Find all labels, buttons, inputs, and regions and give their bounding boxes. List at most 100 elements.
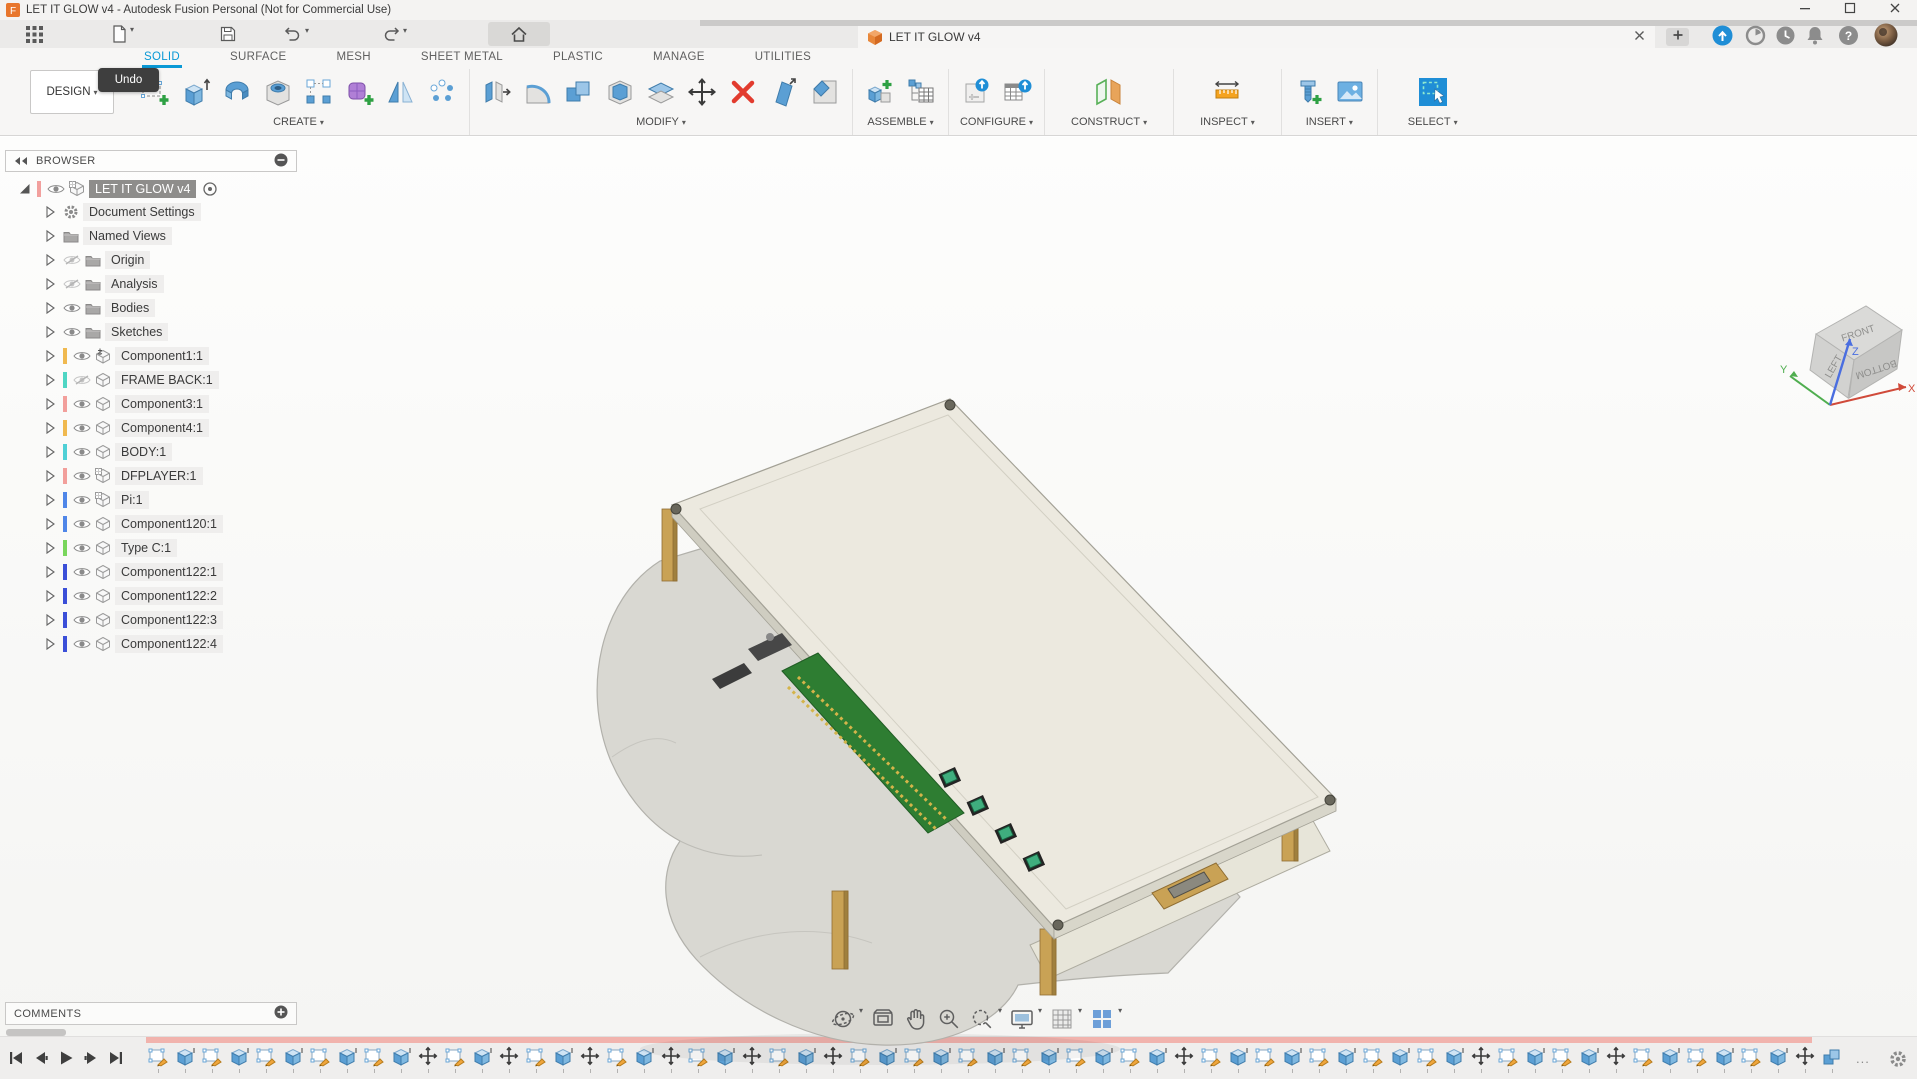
expand-arrow-icon[interactable] (43, 205, 63, 219)
ribbon-group-label-modify[interactable]: MODIFY (636, 116, 686, 128)
home-button[interactable] (488, 22, 550, 46)
insert-fastener-button[interactable] (1291, 71, 1327, 113)
timeline-feature-extrude[interactable] (391, 1046, 412, 1068)
timeline-feature-extrude[interactable] (1714, 1046, 1735, 1068)
visibility-eye-icon[interactable] (73, 398, 95, 410)
avatar-button[interactable] (1874, 23, 1898, 47)
timeline-feature-combine[interactable] (1822, 1046, 1843, 1068)
visibility-eye-off-icon[interactable] (63, 278, 85, 290)
ribbon-group-label-create[interactable]: CREATE (273, 116, 324, 128)
panel-drag-handle[interactable] (6, 1029, 66, 1036)
timeline-feature-move[interactable] (499, 1046, 520, 1068)
expand-arrow-icon[interactable] (43, 469, 63, 483)
tab-manage[interactable]: MANAGE (651, 49, 707, 68)
timeline-feature-extrude[interactable] (1660, 1046, 1681, 1068)
timeline-feature-sketch[interactable] (1633, 1046, 1654, 1068)
job-status-button[interactable] (1745, 23, 1766, 47)
revolve-button[interactable] (219, 71, 255, 113)
tree-item-label[interactable]: BODY:1 (115, 443, 172, 461)
notifications-button[interactable] (1806, 23, 1824, 47)
press-pull-button[interactable] (479, 71, 515, 113)
document-tab-close-button[interactable] (1634, 28, 1645, 46)
tab-sheet-metal[interactable]: SHEET METAL (419, 49, 505, 68)
timeline-feature-sketch[interactable] (148, 1046, 169, 1068)
tree-item-label[interactable]: Component4:1 (115, 419, 209, 437)
expand-arrow-icon[interactable] (43, 277, 63, 291)
fit-button[interactable] (969, 1006, 1002, 1032)
ribbon-group-label-insert[interactable]: INSERT (1306, 116, 1353, 128)
recent-button[interactable] (1775, 23, 1796, 47)
expand-arrow-icon[interactable] (43, 613, 63, 627)
visibility-eye-icon[interactable] (73, 422, 95, 434)
hierarchy-button[interactable] (903, 71, 939, 113)
expand-arrow-icon[interactable] (43, 517, 63, 531)
display-settings-button[interactable] (1009, 1006, 1042, 1032)
visibility-eye-icon[interactable] (73, 542, 95, 554)
timeline-feature-sketch[interactable] (202, 1046, 223, 1068)
expand-arrow-icon[interactable] (43, 325, 63, 339)
hole-button[interactable] (260, 71, 296, 113)
measure-button[interactable] (1209, 71, 1245, 113)
expand-arrow-icon[interactable] (43, 229, 63, 243)
timeline-feature-extrude[interactable] (1768, 1046, 1789, 1068)
app-launcher-button[interactable] (26, 23, 43, 45)
step-back-button[interactable] (33, 1050, 49, 1066)
tab-plastic[interactable]: PLASTIC (551, 49, 605, 68)
play-button[interactable] (58, 1050, 74, 1066)
minimize-button[interactable] (1782, 0, 1827, 20)
expand-arrow-icon[interactable] (43, 349, 63, 363)
timeline-feature-move[interactable] (1606, 1046, 1627, 1068)
expand-arrow-icon[interactable] (17, 182, 37, 196)
draft-button[interactable] (766, 71, 802, 113)
extensions-button[interactable] (1712, 23, 1733, 47)
tree-item-label[interactable]: Component120:1 (115, 515, 223, 533)
visibility-eye-icon[interactable] (73, 638, 95, 650)
tree-item-label[interactable]: Type C:1 (115, 539, 177, 557)
expand-arrow-icon[interactable] (43, 565, 63, 579)
save-button[interactable] (220, 23, 236, 45)
collapse-panel-icon[interactable] (14, 156, 28, 166)
timeline-feature-extrude[interactable] (337, 1046, 358, 1068)
tab-mesh[interactable]: MESH (334, 49, 372, 68)
file-menu-button[interactable] (112, 23, 134, 45)
new-component-button[interactable] (862, 71, 898, 113)
view-cube[interactable]: FRONT LEFT BOTTOM Y X Z (1778, 277, 1917, 417)
activate-component-icon[interactable] (202, 181, 218, 197)
help-button[interactable]: ? (1838, 23, 1859, 47)
tree-item-label[interactable]: Sketches (105, 323, 168, 341)
tree-item-label[interactable]: FRAME BACK:1 (115, 371, 219, 389)
construction-plane-button[interactable] (1091, 71, 1127, 113)
timeline-feature-move[interactable] (418, 1046, 439, 1068)
orbit-button[interactable] (830, 1006, 863, 1032)
expand-arrow-icon[interactable] (43, 637, 63, 651)
pan-button[interactable] (903, 1006, 929, 1032)
look-at-button[interactable] (870, 1006, 896, 1032)
timeline-feature-extrude[interactable] (472, 1046, 493, 1068)
zoom-button[interactable] (936, 1006, 962, 1032)
split-body-button[interactable] (643, 71, 679, 113)
timeline-feature-extrude[interactable] (1525, 1046, 1546, 1068)
expand-arrow-icon[interactable] (43, 253, 63, 267)
ribbon-group-label-assemble[interactable]: ASSEMBLE (867, 116, 933, 128)
browser-minimize-button[interactable] (274, 153, 288, 170)
tree-item-label[interactable]: Document Settings (83, 203, 201, 221)
undo-button[interactable] (284, 23, 309, 45)
fillet-button[interactable] (520, 71, 556, 113)
tree-item-label[interactable]: DFPLAYER:1 (115, 467, 203, 485)
expand-arrow-icon[interactable] (43, 589, 63, 603)
move-button[interactable] (684, 71, 720, 113)
expand-arrow-icon[interactable] (43, 445, 63, 459)
configuration-button[interactable] (958, 71, 994, 113)
tree-item-label[interactable]: Component122:4 (115, 635, 223, 653)
tree-item-label[interactable]: Bodies (105, 299, 155, 317)
tab-solid[interactable]: SOLID (142, 49, 182, 68)
timeline-feature-sketch[interactable] (310, 1046, 331, 1068)
comments-bar[interactable]: COMMENTS (5, 1002, 297, 1025)
viewports-button[interactable] (1089, 1006, 1122, 1032)
visibility-eye-icon[interactable] (73, 494, 95, 506)
expand-arrow-icon[interactable] (43, 373, 63, 387)
add-comment-button[interactable] (274, 1005, 288, 1022)
model-3d[interactable] (520, 327, 1370, 1079)
extrude-button[interactable] (178, 71, 214, 113)
timeline-feature-sketch[interactable] (1741, 1046, 1762, 1068)
